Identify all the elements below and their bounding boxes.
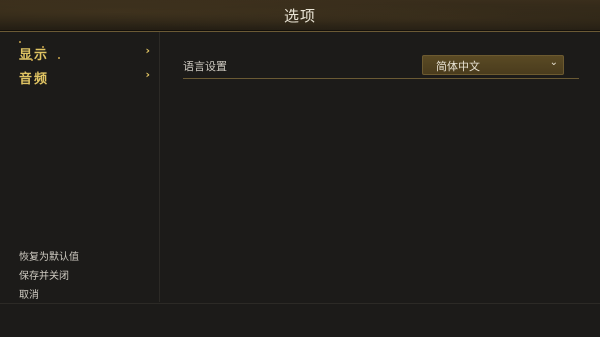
chevron-down-icon: ⌄ [549, 57, 558, 68]
bottom-bar [0, 303, 600, 337]
sparkle-decoration [19, 41, 21, 43]
page-title: 选项 [283, 7, 316, 25]
settings-panel: 语言设置 简体中文 ⌄ [160, 32, 600, 302]
sparkle-decoration [31, 59, 33, 61]
language-dropdown[interactable]: 简体中文 ⌄ [422, 55, 564, 75]
chevron-right-icon: › [145, 68, 150, 81]
language-dropdown-value: 简体中文 [436, 60, 480, 73]
title-bar: 选项 [0, 0, 600, 32]
sidebar: 显示 › 音频 › 恢复为默认值 保存并关闭 取消 [0, 32, 160, 302]
cancel-button[interactable]: 取消 [19, 286, 39, 301]
sidebar-item-label: 显示 [19, 48, 50, 63]
language-setting-label: 语言设置 [183, 60, 227, 73]
sidebar-item-audio[interactable]: 音频 › [10, 67, 150, 87]
restore-defaults-button[interactable]: 恢复为默认值 [19, 248, 79, 263]
sidebar-item-label: 音频 [19, 72, 50, 87]
language-setting-row: 语言设置 简体中文 ⌄ [183, 54, 579, 79]
save-and-close-button[interactable]: 保存并关闭 [19, 267, 69, 282]
sparkle-decoration [58, 57, 60, 59]
sparkle-decoration [42, 46, 44, 48]
chevron-right-icon: › [145, 44, 150, 57]
options-screen: 选项 显示 › 音频 › 恢复为默认值 保存并关闭 取消 语言设置 简体中文 ⌄ [0, 0, 600, 337]
